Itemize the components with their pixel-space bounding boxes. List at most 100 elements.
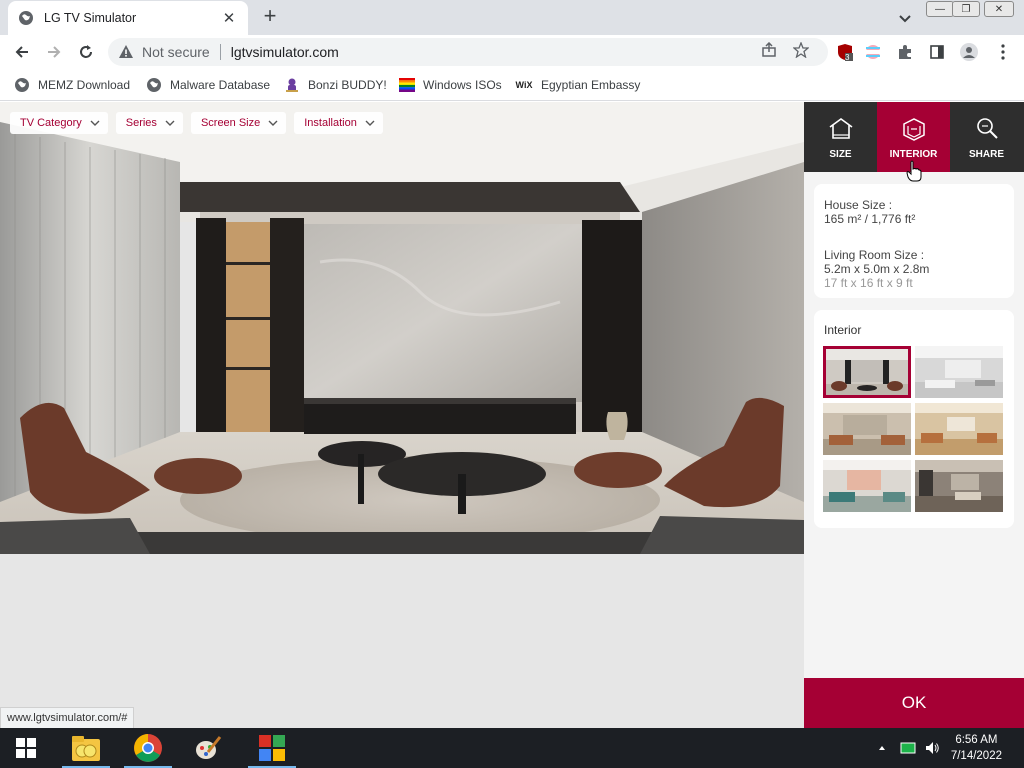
back-arrow-icon <box>15 46 28 58</box>
forward-button[interactable] <box>42 40 66 64</box>
taskbar-paint[interactable] <box>180 728 236 768</box>
tab-title: LG TV Simulator <box>44 11 137 25</box>
living-room-size-metric: 5.2m x 5.0m x 2.8m <box>824 262 930 276</box>
filter-label: TV Category <box>20 117 82 129</box>
battery-icon[interactable] <box>900 740 916 756</box>
minimize-button[interactable]: — <box>926 1 954 17</box>
interior-option-1[interactable] <box>823 346 911 398</box>
extensions-puzzle-icon[interactable] <box>896 43 914 61</box>
share-page-icon[interactable] <box>760 41 778 59</box>
bookmark-label: Windows ISOs <box>423 78 502 92</box>
address-divider <box>219 44 221 60</box>
ok-button[interactable]: OK <box>804 678 1024 728</box>
bookmark-label: Malware Database <box>170 78 271 92</box>
url-text[interactable]: lgtvsimulator.com <box>231 44 339 60</box>
status-bar-url: www.lgtvsimulator.com/# <box>0 707 135 728</box>
interior-cube-icon <box>902 117 925 141</box>
tray-overflow-chevron-icon[interactable] <box>874 740 890 756</box>
tab-close-icon[interactable]: ✕ <box>220 9 238 27</box>
address-bar[interactable]: Not secure lgtvsimulator.com <box>108 38 828 66</box>
chevron-down-icon <box>365 120 375 126</box>
interior-option-2[interactable] <box>915 346 1003 398</box>
new-tab-button[interactable]: + <box>258 4 282 28</box>
search-share-icon <box>976 117 998 139</box>
filter-label: Installation <box>304 117 357 129</box>
filter-installation[interactable]: Installation <box>294 112 383 134</box>
clock-date: 7/14/2022 <box>950 750 1002 762</box>
wix-icon: WiX <box>515 80 533 90</box>
room-info-card: House Size : 165 m² / 1,776 ft² Living R… <box>814 184 1014 298</box>
interior-option-3[interactable] <box>823 403 911 455</box>
tab-label: INTERIOR <box>889 148 938 160</box>
profile-avatar-icon[interactable] <box>960 43 978 61</box>
bookmark-malware-database[interactable]: Malware Database <box>146 76 270 94</box>
bookmarks-bar: MEMZ Download Malware Database Bonzi BUD… <box>0 69 1024 101</box>
taskbar-chrome[interactable] <box>120 728 176 768</box>
bookmark-label: Bonzi BUDDY! <box>308 78 387 92</box>
tab-label: SHARE <box>968 148 1004 160</box>
flag-extension-icon[interactable] <box>864 43 882 61</box>
house-icon <box>829 117 852 139</box>
filter-tv-category[interactable]: TV Category <box>10 112 108 134</box>
bookmark-bonzi-buddy[interactable]: Bonzi BUDDY! <box>284 76 387 94</box>
bookmark-memz[interactable]: MEMZ Download <box>14 76 130 94</box>
volume-icon[interactable] <box>924 740 940 756</box>
tab-strip: LG TV Simulator ✕ + — ❐ ✕ <box>0 0 1024 35</box>
interior-title: Interior <box>824 323 862 337</box>
filter-series[interactable]: Series <box>115 112 183 134</box>
browser-tab-active[interactable]: LG TV Simulator ✕ <box>8 1 248 35</box>
taskbar-colorful-app[interactable] <box>244 728 300 768</box>
room-preview[interactable]: TV Category Series Screen Size Installat… <box>0 102 804 554</box>
interior-option-4[interactable] <box>915 403 1003 455</box>
page-content: TV Category Series Screen Size Installat… <box>0 102 1024 728</box>
living-room-size-label: Living Room Size : <box>824 248 925 262</box>
filter-label: Screen Size <box>200 117 261 129</box>
settings-panel: SIZE INTERIOR SHARE House Size : 165 m² … <box>804 102 1024 728</box>
globe-icon <box>146 77 162 93</box>
warning-triangle-icon <box>119 45 133 58</box>
interior-option-6[interactable] <box>915 460 1003 512</box>
interior-card: Interior <box>814 310 1014 528</box>
browser-menu-icon[interactable] <box>994 43 1012 61</box>
filter-label: Series <box>125 117 157 129</box>
reload-button[interactable] <box>74 40 98 64</box>
close-window-button[interactable]: ✕ <box>984 1 1014 17</box>
house-size-label: House Size : <box>824 198 893 212</box>
paint-brush-icon <box>196 736 222 759</box>
side-panel-icon[interactable] <box>928 43 946 61</box>
taskbar-file-explorer[interactable] <box>58 728 114 768</box>
filter-bar: TV Category Series Screen Size Installat… <box>10 112 383 134</box>
ublock-extension-icon[interactable]: 3 <box>836 43 854 62</box>
chrome-icon <box>134 734 162 762</box>
browser-toolbar: Not secure lgtvsimulator.com 3 <box>0 35 1024 69</box>
tab-share[interactable]: SHARE <box>950 102 1023 172</box>
chevron-down-icon <box>165 120 175 126</box>
tab-size[interactable]: SIZE <box>804 102 877 172</box>
chevron-down-icon <box>90 120 100 126</box>
reload-icon <box>80 45 92 58</box>
start-button[interactable] <box>0 728 52 768</box>
chevron-down-icon <box>268 120 278 126</box>
windows-flag-icon <box>399 77 415 93</box>
interior-option-5[interactable] <box>823 460 911 512</box>
folder-icon <box>72 736 100 761</box>
bookmark-star-icon[interactable] <box>792 41 810 59</box>
globe-icon <box>14 77 30 93</box>
tab-search-chevron-icon[interactable] <box>895 8 915 28</box>
restore-button[interactable]: ❐ <box>952 1 980 17</box>
bonzi-icon <box>284 77 300 93</box>
security-status[interactable]: Not secure <box>142 44 210 60</box>
filter-screen-size[interactable]: Screen Size <box>190 112 287 134</box>
back-button[interactable] <box>10 40 34 64</box>
bookmark-windows-isos[interactable]: Windows ISOs <box>399 76 502 94</box>
living-room-render <box>0 102 804 554</box>
living-room-size-imperial: 17 ft x 16 ft x 9 ft <box>824 276 913 290</box>
clock-time: 6:56 AM <box>955 734 998 746</box>
globe-icon <box>19 11 33 25</box>
windows-logo-icon <box>16 738 36 758</box>
system-clock[interactable]: 6:56 AM 7/14/2022 <box>951 732 1002 764</box>
windows-xp-logo-icon <box>259 735 285 761</box>
bookmark-label: MEMZ Download <box>38 78 131 92</box>
extension-badge: 3 <box>845 53 850 62</box>
bookmark-egyptian-embassy[interactable]: WiX Egyptian Embassy <box>515 76 641 94</box>
